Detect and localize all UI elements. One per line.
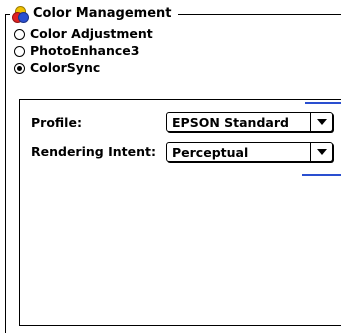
radio-colorsync[interactable]: ColorSync <box>14 60 153 76</box>
profile-label: Profile: <box>31 115 82 130</box>
group-border-left <box>5 14 6 333</box>
radio-button[interactable] <box>14 28 25 40</box>
profile-popup-value: EPSON Standard <box>172 114 289 130</box>
group-header: Color Management <box>10 4 178 24</box>
rendering-intent-popup[interactable]: Perceptual <box>166 142 333 162</box>
radio-photoenhance3[interactable]: PhotoEnhance3 <box>14 43 153 59</box>
radio-color-adjustment[interactable]: Color Adjustment <box>14 26 153 42</box>
rendering-intent-popup-value: Perceptual <box>172 144 249 160</box>
rendering-intent-label: Rendering Intent: <box>31 144 156 159</box>
radio-label: ColorSync <box>30 60 101 75</box>
accent-line-top <box>305 102 341 104</box>
group-title: Color Management <box>33 6 172 21</box>
colorsync-settings-panel <box>19 99 341 326</box>
radio-label: Color Adjustment <box>30 26 153 41</box>
radio-label: PhotoEnhance3 <box>30 43 140 58</box>
profile-popup[interactable]: EPSON Standard <box>166 112 333 132</box>
color-mode-radio-group: Color Adjustment PhotoEnhance3 ColorSync <box>14 26 153 77</box>
radio-button-selected[interactable] <box>14 62 25 74</box>
chevron-down-icon[interactable] <box>310 143 332 161</box>
color-management-icon <box>12 6 29 23</box>
chevron-down-icon[interactable] <box>310 113 332 131</box>
accent-line-bottom <box>302 174 341 176</box>
radio-button[interactable] <box>14 45 25 57</box>
